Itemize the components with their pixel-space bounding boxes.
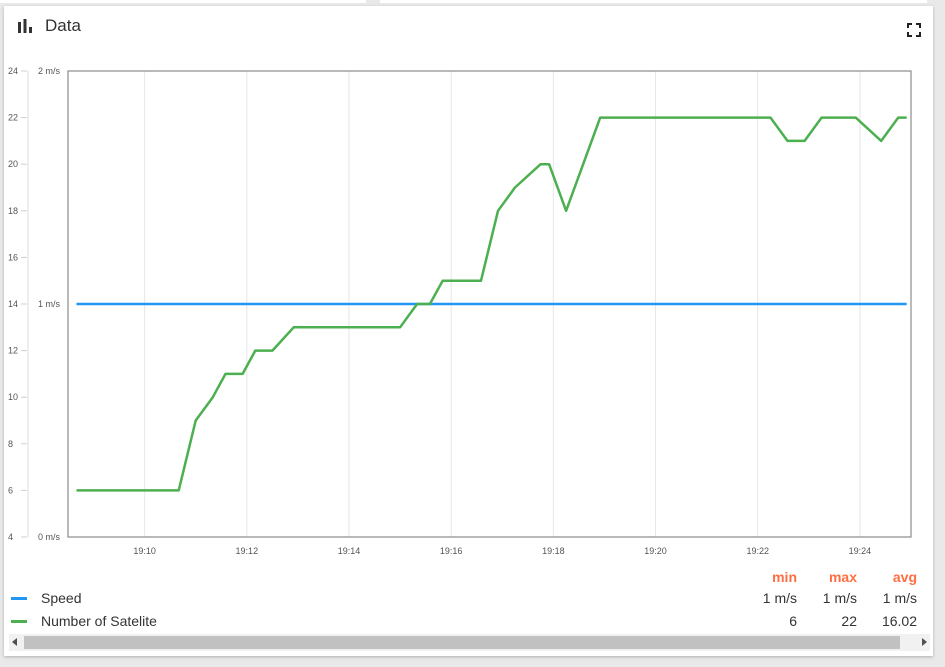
scrollbar-thumb[interactable] (24, 636, 900, 649)
y-left-tick-label: 4 (8, 532, 13, 542)
y-left-tick-label: 8 (8, 439, 13, 449)
y-left-tick-label: 18 (8, 206, 18, 216)
x-tick-label: 19:18 (542, 546, 565, 556)
x-tick-label: 19:22 (746, 546, 769, 556)
x-tick-label: 19:10 (133, 546, 156, 556)
legend-min: 1 m/s (762, 590, 797, 606)
y-left-tick-label: 14 (8, 299, 18, 309)
horizontal-scrollbar[interactable] (9, 634, 930, 651)
legend-swatch-speed (11, 597, 27, 600)
line-chart: 19:10 19:12 19:14 19:16 19:18 19:20 19:22 19:24… (8, 66, 912, 556)
legend-label: Number of Satelite (41, 613, 157, 629)
legend-avg: 1 m/s (882, 590, 917, 606)
legend-label: Speed (41, 590, 82, 606)
legend-avg: 16.02 (881, 613, 917, 629)
y-speed-tick-label: 2 m/s (38, 66, 61, 76)
legend-min: 6 (789, 613, 797, 629)
legend-max: 1 m/s (822, 590, 857, 606)
y-left-tick-label: 22 (8, 113, 18, 123)
y-left-tick-label: 6 (8, 485, 13, 495)
legend-row-speed[interactable]: Speed 1 m/s 1 m/s 1 m/s (4, 588, 933, 610)
scroll-left-arrow-icon[interactable] (12, 638, 17, 646)
x-tick-label: 19:14 (338, 546, 361, 556)
legend-swatch-satellites (11, 620, 27, 623)
y-left-tick-label: 10 (8, 392, 18, 402)
x-tick-label: 19:24 (849, 546, 872, 556)
x-tick-label: 19:20 (644, 546, 667, 556)
legend-header-min: min (772, 569, 797, 585)
legend-row-satellites[interactable]: Number of Satelite 6 22 16.02 (4, 611, 933, 633)
scroll-right-arrow-icon[interactable] (922, 638, 927, 646)
y-left-tick-label: 16 (8, 252, 18, 262)
top-panel-edge-left (0, 0, 366, 3)
data-widget-card: Data 19:10 19:12 19:14 19:16 19:18 19:20 19:22… (4, 6, 933, 656)
y-left-tick-label: 24 (8, 66, 18, 76)
y-left-tick-label: 12 (8, 346, 18, 356)
y-speed-tick-label: 1 m/s (38, 299, 61, 309)
legend-header-max: max (828, 569, 857, 585)
top-panel-edge-right (380, 0, 927, 3)
x-tick-label: 19:16 (440, 546, 463, 556)
y-left-tick-label: 20 (8, 159, 18, 169)
x-tick-label: 19:12 (236, 546, 259, 556)
y-speed-tick-label: 0 m/s (38, 532, 61, 542)
legend-header-avg: avg (892, 569, 917, 585)
legend-max: 22 (841, 613, 857, 629)
